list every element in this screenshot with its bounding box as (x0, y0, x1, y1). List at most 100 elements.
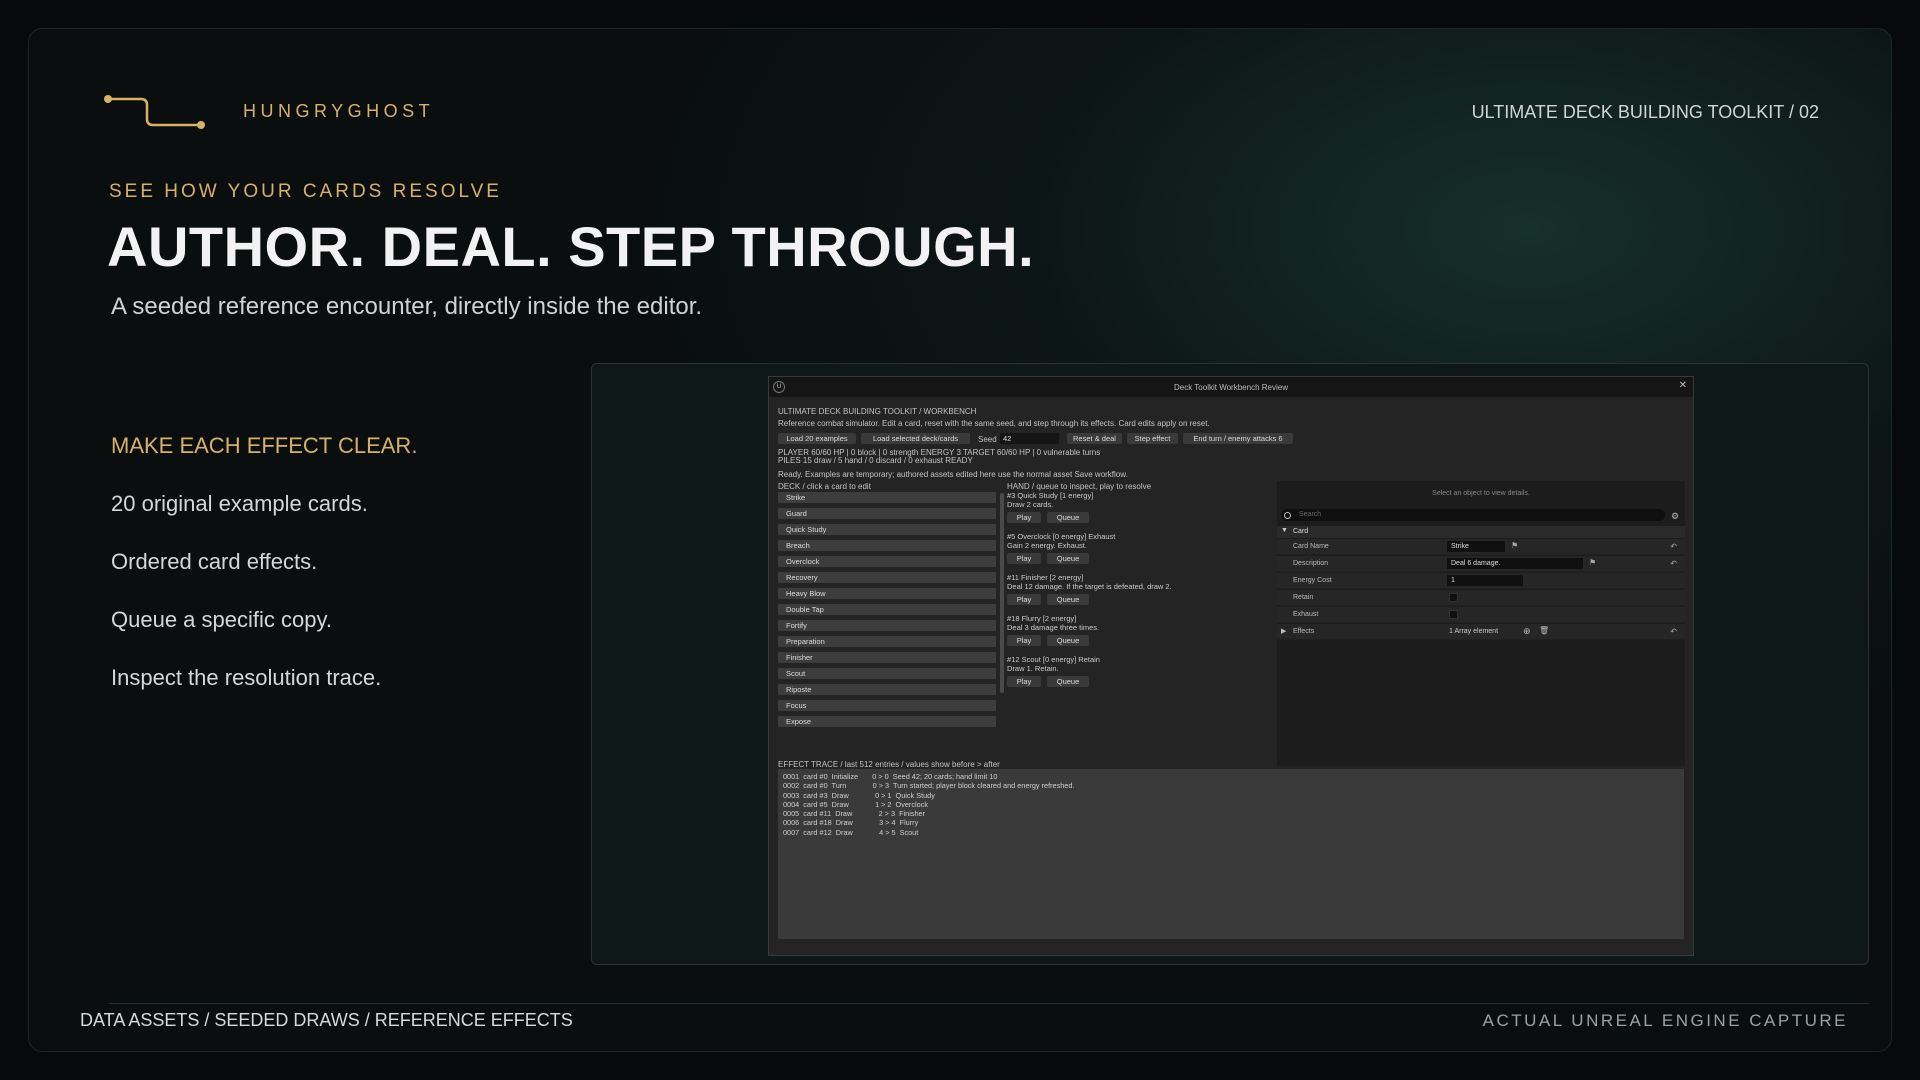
deck-card[interactable]: Quick Study (778, 524, 996, 535)
play-button[interactable]: Play (1007, 635, 1041, 646)
workbench-body: ULTIMATE DECK BUILDING TOOLKIT / WORKBEN… (769, 397, 1693, 955)
deck-card[interactable]: Double Tap (778, 604, 996, 615)
category-card[interactable]: Card (1277, 526, 1685, 538)
chevron-down-icon[interactable]: ▼ (1281, 527, 1288, 534)
description-input[interactable]: Deal 6 damage. (1447, 558, 1583, 569)
eyebrow: SEE HOW YOUR CARDS RESOLVE (109, 181, 502, 202)
hand-card: #11 Finisher [2 energy] Deal 12 damage. … (1007, 573, 1227, 605)
footer-caption: ACTUAL UNREAL ENGINE CAPTURE (1482, 1011, 1848, 1030)
feature-item: 20 original example cards. (111, 491, 368, 516)
deck-card[interactable]: Focus (778, 700, 996, 711)
hand-card-title: #5 Overclock [0 energy] Exhaust (1007, 532, 1116, 541)
hand-card: #12 Scout [0 energy] Retain Draw 1. Reta… (1007, 655, 1227, 687)
prop-exhaust: Exhaust (1277, 607, 1685, 623)
effect-trace-log[interactable]: 0001 card #0 Initialize 0 > 0 Seed 42; 2… (778, 769, 1684, 939)
reset-icon[interactable]: ↶ (1670, 542, 1677, 551)
deck-card[interactable]: Fortify (778, 620, 996, 631)
play-button[interactable]: Play (1007, 553, 1041, 564)
deck-scrollbar[interactable] (1000, 493, 1004, 693)
reset-icon[interactable]: ↶ (1670, 559, 1677, 568)
deck-card[interactable]: Recovery (778, 572, 996, 583)
hand-card-title: #3 Quick Study [1 energy] (1007, 491, 1094, 500)
hand-card-title: #12 Scout [0 energy] Retain (1007, 655, 1100, 664)
trace-line: 0006 card #18 Draw 3 > 4 Flurry (783, 818, 919, 828)
prop-retain: Retain (1277, 590, 1685, 606)
deck-card[interactable]: Riposte (778, 684, 996, 695)
effects-value: 1 Array element (1449, 628, 1499, 635)
chevron-right-icon[interactable]: ▶ (1281, 627, 1286, 635)
editor-capture: U Deck Toolkit Workbench Review ✕ ULTIMA… (591, 363, 1869, 965)
step-effect-button[interactable]: Step effect (1127, 433, 1178, 444)
footer-tags: DATA ASSETS / SEEDED DRAWS / REFERENCE E… (80, 1010, 573, 1030)
trace-line: 0004 card #5 Draw 1 > 2 Overclock (783, 799, 928, 809)
ready-status: Ready. Examples are temporary; authored … (778, 470, 1128, 479)
queue-button[interactable]: Queue (1047, 512, 1089, 523)
retain-checkbox[interactable] (1449, 593, 1458, 602)
queue-button[interactable]: Queue (1047, 553, 1089, 564)
search-icon (1284, 512, 1291, 519)
trace-line: 0007 card #12 Draw 4 > 5 Scout (783, 827, 919, 837)
hand-header: HAND / queue to inspect, play to resolve (1007, 482, 1152, 491)
deck-card[interactable]: Finisher (778, 652, 996, 663)
hand-card-title: #11 Finisher [2 energy] (1007, 573, 1084, 582)
window-title: Deck Toolkit Workbench Review (1174, 383, 1288, 392)
card-name-input[interactable]: Strike (1447, 541, 1505, 552)
play-button[interactable]: Play (1007, 512, 1041, 523)
trace-line: 0005 card #11 Draw 2 > 3 Finisher (783, 809, 926, 819)
deck-card[interactable]: Overclock (778, 556, 996, 567)
load-examples-button[interactable]: Load 20 examples (778, 433, 856, 444)
deck-card[interactable]: Guard (778, 508, 996, 519)
energy-cost-input[interactable]: 1 (1447, 575, 1523, 586)
feature-item: Ordered card effects. (111, 549, 318, 574)
close-icon[interactable]: ✕ (1679, 380, 1687, 391)
prop-label: Card Name (1293, 543, 1329, 550)
seed-input[interactable]: 42 (1000, 433, 1059, 444)
add-element-icon[interactable]: ⊕ (1523, 626, 1531, 637)
deck-card[interactable]: Scout (778, 668, 996, 679)
reset-icon[interactable]: ↶ (1670, 627, 1677, 636)
features-title: MAKE EACH EFFECT CLEAR. (111, 433, 418, 458)
details-search-input[interactable]: Search (1281, 509, 1665, 521)
queue-button[interactable]: Queue (1047, 635, 1089, 646)
play-button[interactable]: Play (1007, 594, 1041, 605)
reset-deal-button[interactable]: Reset & deal (1067, 433, 1122, 444)
hand-card-text: Gain 2 energy. Exhaust. (1007, 541, 1087, 550)
hand-card-text: Draw 2 cards. (1007, 500, 1054, 509)
queue-button[interactable]: Queue (1047, 676, 1089, 687)
hand-card: #18 Flurry [2 energy] Deal 3 damage thre… (1007, 614, 1227, 646)
footer-divider (109, 1003, 1869, 1004)
feature-item: Queue a specific copy. (111, 607, 332, 632)
flag-icon[interactable]: ⚑ (1511, 541, 1518, 550)
feature-item: Inspect the resolution trace. (111, 665, 382, 690)
brand-name: HUNGRYGHOST (243, 100, 435, 121)
deck-card[interactable]: Breach (778, 540, 996, 551)
deck-card[interactable]: Strike (778, 492, 996, 503)
deck-card[interactable]: Expose (778, 716, 996, 727)
hand-card-text: Deal 3 damage three times. (1007, 623, 1100, 632)
flag-icon[interactable]: ⚑ (1589, 558, 1596, 567)
deck-header: DECK / click a card to edit (778, 482, 871, 491)
deck-card[interactable]: Preparation (778, 636, 996, 647)
gear-icon[interactable]: ⚙ (1671, 511, 1679, 522)
queue-button[interactable]: Queue (1047, 594, 1089, 605)
trash-icon[interactable]: 🗑 (1539, 626, 1549, 635)
details-panel: Select an object to view details. Search… (1277, 481, 1685, 766)
hand-card-text: Draw 1. Retain. (1007, 664, 1059, 673)
trace-line: 0001 card #0 Initialize 0 > 0 Seed 42; 2… (783, 772, 998, 781)
prop-label: Retain (1293, 594, 1314, 601)
end-turn-button[interactable]: End turn / enemy attacks 6 (1183, 433, 1293, 444)
exhaust-checkbox[interactable] (1449, 610, 1458, 619)
play-button[interactable]: Play (1007, 676, 1041, 687)
features-list: 20 original example cards. Ordered card … (111, 491, 381, 723)
brand: HUNGRYGHOST (103, 91, 434, 131)
prop-label: Effects (1293, 628, 1315, 635)
hand-card: #3 Quick Study [1 energy] Draw 2 cards. … (1007, 491, 1227, 523)
load-selected-button[interactable]: Load selected deck/cards (861, 433, 970, 444)
intro-text: Reference combat simulator. Edit a card,… (778, 419, 1210, 428)
deck-card[interactable]: Heavy Blow (778, 588, 996, 599)
slide-frame: HUNGRYGHOST ULTIMATE DECK BUILDING TOOLK… (28, 28, 1892, 1052)
breadcrumb: ULTIMATE DECK BUILDING TOOLKIT / WORKBEN… (778, 407, 977, 416)
trace-header: EFFECT TRACE / last 512 entries / values… (778, 760, 1000, 769)
headline: AUTHOR. DEAL. STEP THROUGH. (107, 215, 1035, 278)
prop-effects: Effects ▶ 1 Array element ⊕ 🗑 ↶ (1277, 624, 1685, 640)
